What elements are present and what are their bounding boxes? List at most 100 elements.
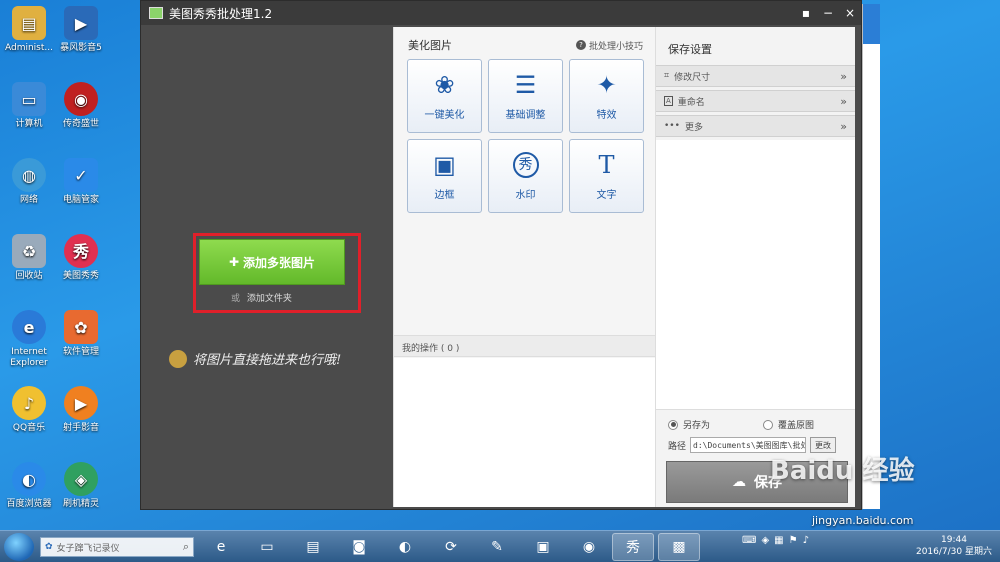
flag-icon[interactable]: ⚑ <box>789 535 798 546</box>
taskbar-meitu-batch[interactable]: ▩ <box>658 533 700 561</box>
menu-button[interactable]: ▪ <box>795 6 817 20</box>
tool-watermark[interactable]: 秀 水印 <box>488 139 563 213</box>
taskbar-baidu[interactable]: ▣ <box>522 533 564 561</box>
desktop-icon-game[interactable]: ◉ 传奇盛世 <box>52 82 110 130</box>
tulip-icon: ❀ <box>434 70 455 99</box>
rename-icon: A <box>664 96 673 106</box>
minimize-button[interactable]: − <box>817 6 839 20</box>
title-bar[interactable]: 美图秀秀批处理1.2 ▪ − × <box>141 1 861 25</box>
camera-icon: ◙ <box>352 539 366 555</box>
tool-basic-adjust[interactable]: ☰ 基础调整 <box>488 59 563 133</box>
or-label: 或 <box>231 294 241 304</box>
watermark-stamp-icon: 秀 <box>512 151 539 178</box>
folder-icon: ▭ <box>260 539 274 555</box>
shield-icon[interactable]: ◈ <box>761 535 769 546</box>
chevron-right-icon: » <box>840 94 847 108</box>
crop-icon: ⌗ <box>664 71 670 81</box>
tool-frame[interactable]: ▣ 边框 <box>407 139 482 213</box>
tips-link[interactable]: ? 批处理小技巧 <box>575 39 643 52</box>
taskbar-browser[interactable]: ◐ <box>384 533 426 561</box>
section-resize[interactable]: ⌗ 修改尺寸 » <box>656 65 855 87</box>
taskbar-meitu[interactable]: 秀 <box>612 533 654 561</box>
desktop-icon-software-manager[interactable]: ✿ 软件管理 <box>52 310 110 358</box>
computer-icon: ▭ <box>12 82 46 116</box>
recycle-bin-icon: ♻ <box>12 234 46 268</box>
desktop-icon-network[interactable]: ◍ 网络 <box>0 158 58 206</box>
tool-label: 文字 <box>596 189 617 201</box>
save-as-radio[interactable] <box>668 419 678 430</box>
meitu-icon: 秀 <box>626 540 640 556</box>
game-icon: ◉ <box>582 539 596 555</box>
volume-icon[interactable]: ♪ <box>803 535 809 546</box>
desktop-icon-administrator[interactable]: ▤ Administ... <box>0 6 58 54</box>
overwrite-label: 覆盖原图 <box>778 421 815 431</box>
tool-label: 水印 <box>515 189 536 201</box>
image-drop-zone[interactable]: ✚ 添加多张图片 或 添加文件夹 将图片直接拖进来也行哦! <box>141 25 393 509</box>
chevron-right-icon: » <box>840 119 847 133</box>
taskbar-360[interactable]: ⟳ <box>430 533 472 561</box>
baofeng-icon: ▤ <box>306 539 320 555</box>
network-icon[interactable]: ▦ <box>774 535 783 546</box>
user-folder-icon: ▤ <box>12 6 46 40</box>
ie-icon: e <box>12 310 46 344</box>
baidu-watermark-url: jingyan.baidu.com <box>812 514 914 527</box>
tool-effects[interactable]: ✦ 特效 <box>569 59 644 133</box>
close-button[interactable]: × <box>839 6 861 20</box>
taskbar-paint[interactable]: ✎ <box>476 533 518 561</box>
desktop-icon-recycle-bin[interactable]: ♻ 回收站 <box>0 234 58 282</box>
baidu-browser-icon: ◐ <box>12 462 46 496</box>
desktop-icon-player[interactable]: ▶ 射手影音 <box>52 386 110 434</box>
tool-label: 基础调整 <box>505 109 546 121</box>
taskbar-explorer[interactable]: ▭ <box>246 533 288 561</box>
beautify-title: 美化图片 <box>408 39 452 52</box>
save-as-label: 另存为 <box>683 421 711 431</box>
desktop-icon-baidu-browser[interactable]: ◐ 百度浏览器 <box>0 462 58 510</box>
taskbar-screen-capture[interactable]: ◙ <box>338 533 380 561</box>
desktop-icon-meitu[interactable]: 秀 美图秀秀 <box>52 234 110 282</box>
section-more[interactable]: ••• 更多 » <box>656 115 855 137</box>
overwrite-radio[interactable] <box>763 419 774 430</box>
mascot-icon <box>169 349 187 368</box>
baidu-watermark: Baidu 经验 <box>770 456 915 486</box>
flash-tool-icon: ◈ <box>64 462 98 496</box>
frame-icon: ▣ <box>433 150 456 179</box>
baofeng-icon: ▶ <box>64 6 98 40</box>
window-title: 美图秀秀批处理1.2 <box>169 6 273 21</box>
system-tray: ⌨ ◈ ▦ ⚑ ♪ <box>742 535 809 546</box>
section-label: 修改尺寸 <box>674 72 711 83</box>
desktop-icon-qq-music[interactable]: ♪ QQ音乐 <box>0 386 58 434</box>
clock-date: 2016/7/30 星期六 <box>915 547 992 557</box>
tool-one-click-beautify[interactable]: ❀ 一键美化 <box>407 59 482 133</box>
taskbar-game[interactable]: ◉ <box>568 533 610 561</box>
taskbar-search[interactable]: ✿ 女子蹿飞记录仪 ⌕ <box>40 537 194 557</box>
section-rename[interactable]: A 重命名 » <box>656 90 855 112</box>
tool-label: 一键美化 <box>424 109 465 121</box>
taskbar-baofeng[interactable]: ▤ <box>292 533 334 561</box>
sliders-icon: ☰ <box>514 70 537 99</box>
section-label: 更多 <box>684 122 703 133</box>
add-images-button[interactable]: ✚ 添加多张图片 <box>199 239 345 285</box>
start-button[interactable] <box>4 533 34 561</box>
desktop-icon-flash-tool[interactable]: ◈ 刷机精灵 <box>52 462 110 510</box>
desktop-icon-computer[interactable]: ▭ 计算机 <box>0 82 58 130</box>
tool-label: 特效 <box>596 109 617 121</box>
clock[interactable]: 19:44 2016/7/30 星期六 <box>916 534 992 558</box>
keyboard-icon[interactable]: ⌨ <box>742 535 756 546</box>
meitu-batch-window: 美图秀秀批处理1.2 ▪ − × ✚ 添加多张图片 或 添加文件夹 将图片直接拖… <box>140 0 862 510</box>
add-folder-link[interactable]: 添加文件夹 <box>247 294 292 304</box>
my-operations-list <box>394 358 656 507</box>
text-icon: T <box>598 150 615 179</box>
drag-hint-text: 将图片直接拖进来也行哦! <box>193 353 342 368</box>
pc-manager-icon: ✓ <box>64 158 98 192</box>
desktop-icon-baofeng[interactable]: ▶ 暴风影音5 <box>52 6 110 54</box>
background-window <box>862 4 880 509</box>
section-label: 重命名 <box>677 97 705 108</box>
save-options-area <box>656 140 855 410</box>
help-icon: ? <box>575 40 586 50</box>
desktop-icon-pc-manager[interactable]: ✓ 电脑管家 <box>52 158 110 206</box>
game-icon: ◉ <box>64 82 98 116</box>
tool-text[interactable]: T 文字 <box>569 139 644 213</box>
desktop-icon-ie[interactable]: e Internet Explorer <box>0 310 58 369</box>
save-settings-panel: 保存设置 ⌗ 修改尺寸 » A 重命名 » ••• 更多 » 另存为 覆盖原图 … <box>655 27 855 507</box>
taskbar-ie[interactable]: e <box>200 533 242 561</box>
